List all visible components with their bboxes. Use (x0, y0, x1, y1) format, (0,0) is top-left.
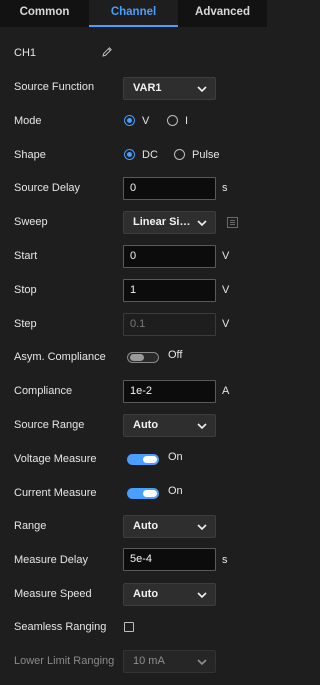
grid-settings-icon[interactable] (227, 217, 238, 228)
seamless-ranging-checkbox[interactable] (124, 622, 134, 632)
start-input[interactable]: 0 (123, 245, 216, 268)
mode-v-radio[interactable] (124, 115, 135, 126)
tab-channel[interactable]: Channel (89, 0, 178, 27)
voltage-measure-label: Voltage Measure (14, 453, 97, 465)
range-dropdown[interactable]: Auto (123, 515, 216, 538)
shape-dc-radio[interactable] (124, 149, 135, 160)
voltage-measure-toggle[interactable] (127, 454, 159, 465)
tab-bar: Common Channel Advanced (0, 0, 267, 27)
step-label: Step (14, 318, 37, 330)
chevron-down-icon (197, 423, 207, 430)
current-measure-state: On (168, 485, 183, 497)
measure-delay-label: Measure Delay (14, 554, 88, 566)
tab-advanced[interactable]: Advanced (178, 0, 267, 27)
shape-pulse-radio[interactable] (174, 149, 185, 160)
lower-limit-ranging-value: 10 mA (133, 655, 165, 667)
source-delay-input[interactable]: 0 (123, 177, 216, 200)
mode-v-label: V (142, 115, 150, 127)
measure-speed-label: Measure Speed (14, 588, 92, 600)
chevron-down-icon (197, 524, 207, 531)
compliance-label: Compliance (14, 385, 73, 397)
source-function-dropdown[interactable]: VAR1 (123, 77, 216, 100)
stop-input[interactable]: 1 (123, 279, 216, 302)
shape-label: Shape (14, 149, 46, 161)
measure-delay-input[interactable]: 5e-4 (123, 548, 216, 571)
source-delay-unit: s (222, 182, 228, 194)
chevron-down-icon (197, 659, 207, 666)
range-value: Auto (133, 520, 159, 532)
stop-label: Stop (14, 284, 37, 296)
asym-compliance-toggle[interactable] (127, 352, 159, 363)
start-label: Start (14, 250, 38, 262)
mode-i-label: I (185, 115, 189, 127)
current-measure-label: Current Measure (14, 487, 97, 499)
sweep-dropdown[interactable]: Linear Sing... (123, 211, 216, 234)
chevron-down-icon (197, 220, 207, 227)
compliance-unit: A (222, 385, 230, 397)
seamless-ranging-label: Seamless Ranging (14, 621, 107, 633)
asym-compliance-label: Asym. Compliance (14, 351, 106, 363)
voltage-measure-state: On (168, 451, 183, 463)
lower-limit-ranging-dropdown[interactable]: 10 mA (123, 650, 216, 673)
source-function-value: VAR1 (133, 82, 162, 94)
source-delay-label: Source Delay (14, 182, 81, 194)
shape-pulse-label: Pulse (192, 149, 220, 161)
tab-common[interactable]: Common (0, 0, 89, 27)
sweep-value: Linear Sing... (133, 216, 195, 228)
range-label: Range (14, 520, 47, 532)
measure-delay-unit: s (222, 554, 228, 566)
sweep-label: Sweep (14, 216, 48, 228)
current-measure-toggle[interactable] (127, 488, 159, 499)
mode-i-radio[interactable] (167, 115, 178, 126)
channel-name: CH1 (14, 47, 37, 59)
stop-unit: V (222, 284, 230, 296)
asym-compliance-state: Off (168, 349, 183, 361)
step-unit: V (222, 318, 230, 330)
mode-label: Mode (14, 115, 42, 127)
source-range-label: Source Range (14, 419, 85, 431)
lower-limit-ranging-label: Lower Limit Ranging (14, 655, 115, 667)
compliance-input[interactable]: 1e-2 (123, 380, 216, 403)
pencil-icon[interactable] (101, 46, 113, 58)
source-range-dropdown[interactable]: Auto (123, 414, 216, 437)
step-input[interactable]: 0.1 (123, 313, 216, 336)
shape-dc-label: DC (142, 149, 158, 161)
measure-speed-value: Auto (133, 588, 159, 600)
measure-speed-dropdown[interactable]: Auto (123, 583, 216, 606)
source-function-label: Source Function (14, 81, 95, 93)
chevron-down-icon (197, 592, 207, 599)
start-unit: V (222, 250, 230, 262)
source-range-value: Auto (133, 419, 159, 431)
chevron-down-icon (197, 86, 207, 93)
